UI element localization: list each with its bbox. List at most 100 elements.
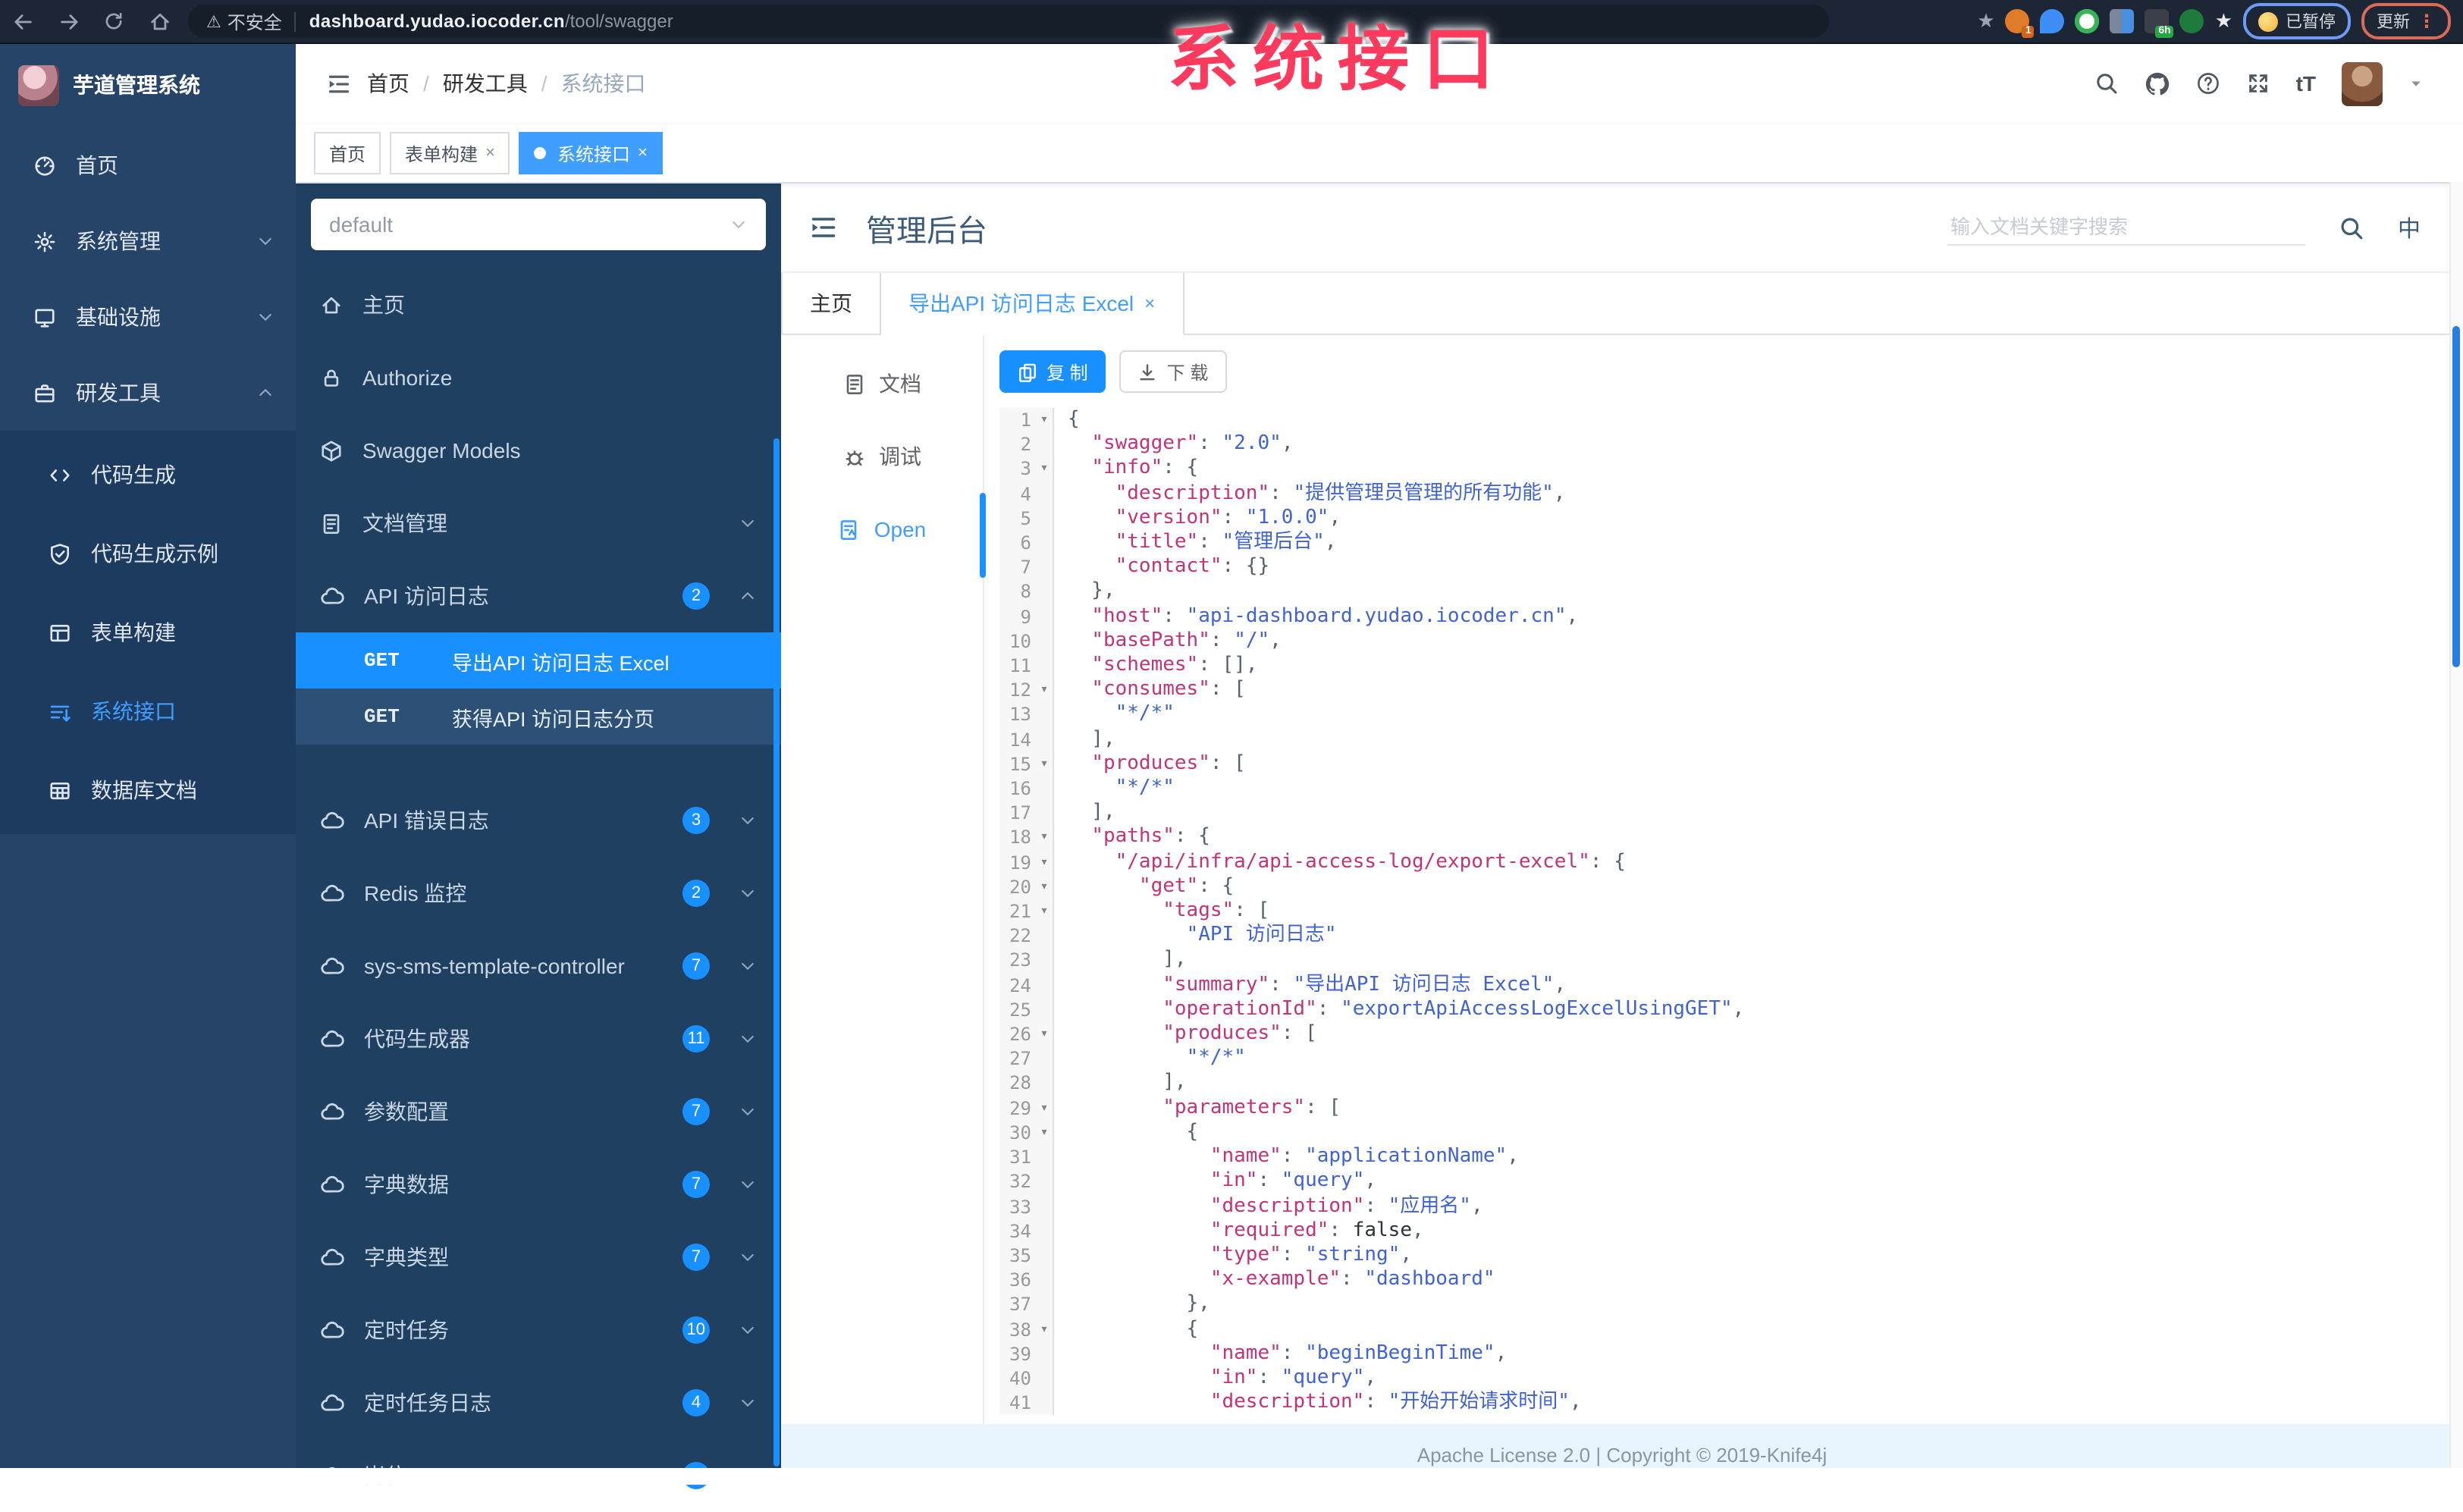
line-gutter[interactable]: 11 (999, 654, 1054, 679)
doc-tab-导出API 访问日志 Excel[interactable]: 导出API 访问日志 Excel × (881, 273, 1184, 335)
swagger-nav-Swagger Models[interactable]: Swagger Models (296, 414, 781, 487)
line-gutter[interactable]: 37 (999, 1292, 1054, 1318)
fold-icon[interactable]: ▾ (1036, 826, 1053, 850)
line-gutter[interactable]: 1 ▾ (999, 408, 1054, 433)
browser-address-bar[interactable]: ⚠ 不安全 dashboard.yudao.iocoder.cn /tool/s… (188, 5, 1829, 38)
sidebar-item-1[interactable]: 首页 (0, 127, 296, 203)
sidebar-subitem-数据库文档[interactable]: 数据库文档 (0, 751, 296, 830)
user-avatar[interactable] (2342, 61, 2383, 105)
line-gutter[interactable]: 38 ▾ (999, 1317, 1054, 1342)
extension-icon-6[interactable] (2179, 9, 2204, 33)
sidebar-subitem-代码生成示例[interactable]: 代码生成示例 (0, 514, 296, 593)
fold-icon[interactable]: ▾ (1036, 1096, 1053, 1120)
line-gutter[interactable]: 29 ▾ (999, 1096, 1054, 1121)
swagger-group-参数配置[interactable]: 参数配置 7 (296, 1075, 781, 1148)
fold-icon[interactable]: ▾ (1036, 850, 1053, 874)
fold-icon[interactable]: ▾ (1036, 408, 1053, 432)
swagger-group-定时任务[interactable]: 定时任务 10 (296, 1294, 781, 1366)
fold-icon[interactable]: ▾ (1036, 899, 1053, 924)
line-gutter[interactable]: 9 (999, 604, 1054, 629)
language-icon[interactable]: 中 (2398, 212, 2421, 243)
api-group-select[interactable]: default (311, 199, 766, 250)
line-gutter[interactable]: 16 (999, 776, 1054, 801)
line-gutter[interactable]: 21 ▾ (999, 899, 1054, 924)
doc-nav-文档[interactable]: 文档 (781, 347, 983, 420)
swagger-nav-API 访问日志[interactable]: API 访问日志 2 (296, 560, 781, 632)
doc-tab-主页[interactable]: 主页 (781, 273, 881, 335)
line-gutter[interactable]: 41 (999, 1391, 1054, 1416)
close-icon[interactable]: × (485, 144, 495, 162)
browser-home-icon[interactable] (136, 0, 182, 42)
search-icon[interactable] (2094, 71, 2119, 96)
doc-nav-调试[interactable]: 调试 (781, 420, 983, 493)
swagger-nav-Authorize[interactable]: Authorize (296, 341, 781, 414)
collapse-menu-icon[interactable] (808, 212, 839, 243)
doc-search-icon[interactable] (2339, 215, 2364, 240)
sidebar-item-2[interactable]: 系统管理 (0, 203, 296, 279)
line-gutter[interactable]: 4 (999, 482, 1054, 507)
sidebar-subitem-代码生成[interactable]: 代码生成 (0, 435, 296, 514)
sidebar-subitem-系统接口[interactable]: 系统接口 (0, 672, 296, 751)
tag-首页[interactable]: 首页 (314, 132, 381, 174)
line-gutter[interactable]: 3 ▾ (999, 456, 1054, 482)
fold-icon[interactable]: ▾ (1036, 1317, 1053, 1341)
sidebar-subitem-表单构建[interactable]: 表单构建 (0, 593, 296, 672)
line-gutter[interactable]: 39 (999, 1341, 1054, 1366)
line-gutter[interactable]: 2 (999, 432, 1054, 457)
line-gutter[interactable]: 13 (999, 702, 1054, 728)
page-scrollbar[interactable] (2449, 182, 2463, 1468)
extension-icon-4[interactable] (2110, 9, 2135, 33)
fold-icon[interactable]: ▾ (1036, 752, 1053, 776)
line-gutter[interactable]: 15 ▾ (999, 751, 1054, 777)
line-gutter[interactable]: 36 (999, 1268, 1054, 1293)
extension-icon-2[interactable] (2040, 9, 2065, 33)
github-icon[interactable] (2145, 71, 2170, 96)
fold-icon[interactable]: ▾ (1036, 678, 1053, 702)
line-gutter[interactable]: 28 (999, 1071, 1054, 1096)
app-logo-row[interactable]: 芋道管理系统 (0, 42, 296, 127)
sidebar-item-3[interactable]: 基础设施 (0, 279, 296, 355)
swagger-group-定时任务日志[interactable]: 定时任务日志 4 (296, 1366, 781, 1439)
line-gutter[interactable]: 25 (999, 997, 1054, 1023)
swagger-group-Redis 监控[interactable]: Redis 监控 2 (296, 857, 781, 930)
breadcrumb-item[interactable]: 首页 (367, 68, 409, 99)
chevron-down-icon[interactable] (2408, 76, 2424, 91)
line-gutter[interactable]: 33 (999, 1194, 1054, 1219)
close-icon[interactable]: × (1144, 293, 1155, 314)
line-gutter[interactable]: 27 (999, 1046, 1054, 1071)
sidebar-item-4[interactable]: 研发工具 (0, 355, 296, 431)
bookmark-star-icon[interactable]: ★ (1977, 9, 1994, 33)
line-gutter[interactable]: 19 ▾ (999, 850, 1054, 875)
line-gutter[interactable]: 10 (999, 629, 1054, 654)
text-size-icon[interactable]: tT (2296, 71, 2316, 96)
swagger-group-API 错误日志[interactable]: API 错误日志 3 (296, 784, 781, 857)
profile-paused-chip[interactable]: 已暂停 (2243, 3, 2351, 39)
scrollbar-thumb[interactable] (2452, 326, 2460, 667)
copy-button[interactable]: 复 制 (999, 350, 1106, 393)
endpoint-row[interactable]: GET 获得API 访问日志分页 (296, 689, 781, 745)
swagger-group-代码生成器[interactable]: 代码生成器 11 (296, 1002, 781, 1075)
panel-scrollbar[interactable] (773, 438, 780, 1467)
swagger-group-字典数据[interactable]: 字典数据 7 (296, 1148, 781, 1221)
doc-search-input[interactable] (1947, 209, 2305, 246)
line-gutter[interactable]: 6 (999, 531, 1054, 556)
line-gutter[interactable]: 7 (999, 555, 1054, 580)
browser-reload-icon[interactable] (91, 0, 136, 42)
code-editor[interactable]: 1 ▾{2 "swagger": "2.0", 3 ▾ "info": {4 "des… (999, 408, 2411, 1424)
line-gutter[interactable]: 34 (999, 1219, 1054, 1244)
fold-icon[interactable]: ▾ (1036, 1121, 1053, 1145)
extension-icon-7[interactable]: ★ (2215, 9, 2232, 33)
extension-icon-1[interactable]: 1 (2005, 9, 2035, 38)
tag-系统接口[interactable]: 系统接口 × (519, 132, 663, 174)
line-gutter[interactable]: 23 (999, 948, 1054, 974)
line-gutter[interactable]: 31 (999, 1145, 1054, 1170)
line-gutter[interactable]: 18 ▾ (999, 825, 1054, 851)
swagger-group-字典类型[interactable]: 字典类型 7 (296, 1221, 781, 1294)
line-gutter[interactable]: 40 (999, 1366, 1054, 1391)
swagger-group-sys-sms-template-controller[interactable]: sys-sms-template-controller 7 (296, 930, 781, 1002)
line-gutter[interactable]: 35 (999, 1243, 1054, 1269)
close-icon[interactable]: × (638, 144, 648, 162)
line-gutter[interactable]: 14 (999, 727, 1054, 752)
endpoint-row[interactable]: GET 导出API 访问日志 Excel (296, 632, 781, 689)
line-gutter[interactable]: 8 (999, 579, 1054, 605)
